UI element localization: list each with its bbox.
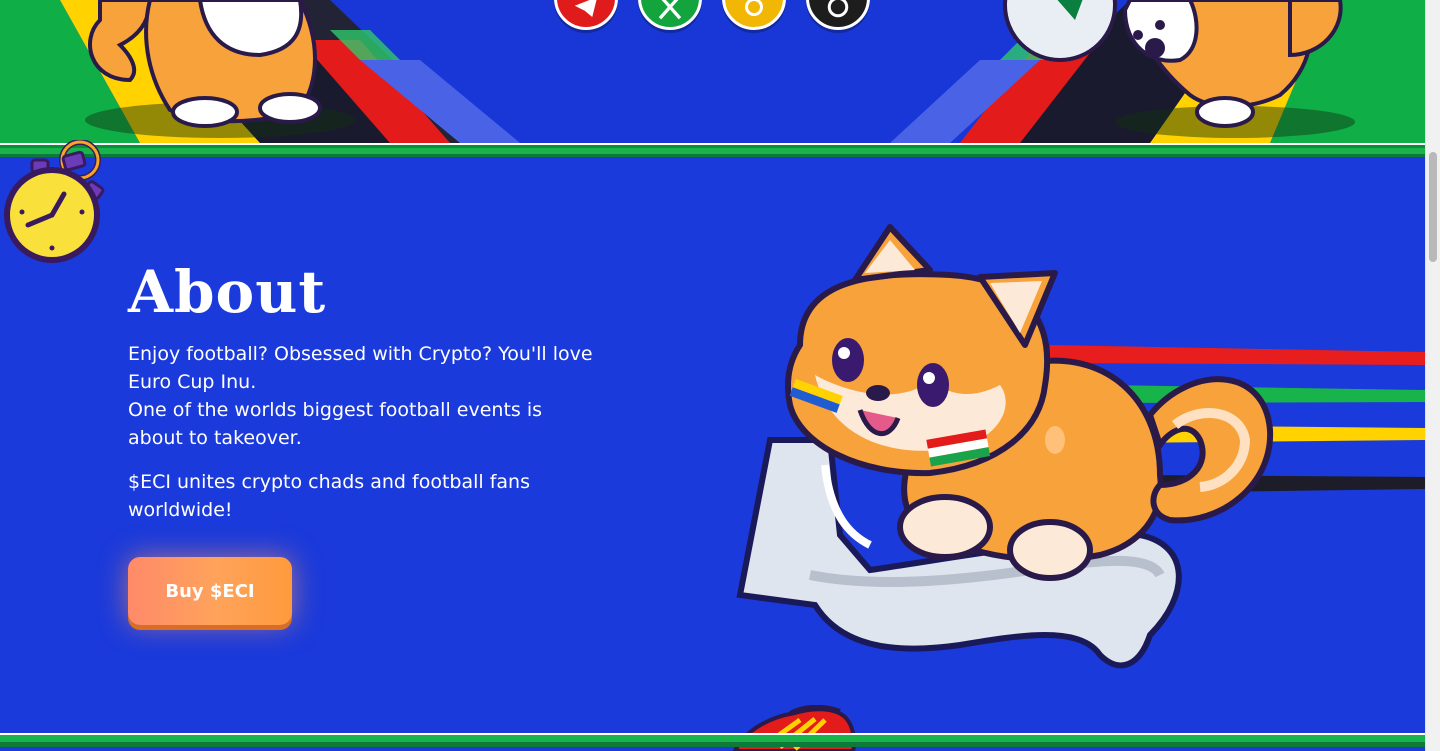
section-divider bbox=[0, 143, 1425, 157]
dextools-icon bbox=[827, 0, 849, 18]
dextools-link[interactable] bbox=[806, 0, 870, 30]
telegram-icon bbox=[574, 0, 597, 17]
about-text-line: Enjoy football? Obsessed with Crypto? Yo… bbox=[128, 343, 593, 393]
buy-eci-button[interactable]: Buy $ECI bbox=[128, 557, 292, 625]
coingecko-icon bbox=[745, 0, 763, 16]
about-text-line: $ECI unites crypto chads and football fa… bbox=[128, 471, 530, 521]
about-text-line: One of the worlds biggest football event… bbox=[128, 399, 543, 449]
social-links bbox=[554, 0, 870, 30]
page-scrollbar[interactable] bbox=[1425, 0, 1440, 751]
mascot-trophy-illustration bbox=[736, 224, 1425, 669]
page: About Enjoy football? Obsessed with Cryp… bbox=[0, 0, 1425, 751]
x-icon bbox=[658, 0, 682, 20]
coingecko-link[interactable] bbox=[722, 0, 786, 30]
section-divider bbox=[0, 733, 1425, 747]
telegram-link[interactable] bbox=[554, 0, 618, 30]
x-link[interactable] bbox=[638, 0, 702, 30]
about-title: About bbox=[128, 258, 327, 326]
about-description: Enjoy football? Obsessed with Crypto? Yo… bbox=[128, 340, 598, 524]
scrollbar-thumb[interactable] bbox=[1429, 152, 1437, 262]
stopwatch-icon bbox=[4, 140, 105, 263]
hero-banner bbox=[0, 0, 1425, 143]
